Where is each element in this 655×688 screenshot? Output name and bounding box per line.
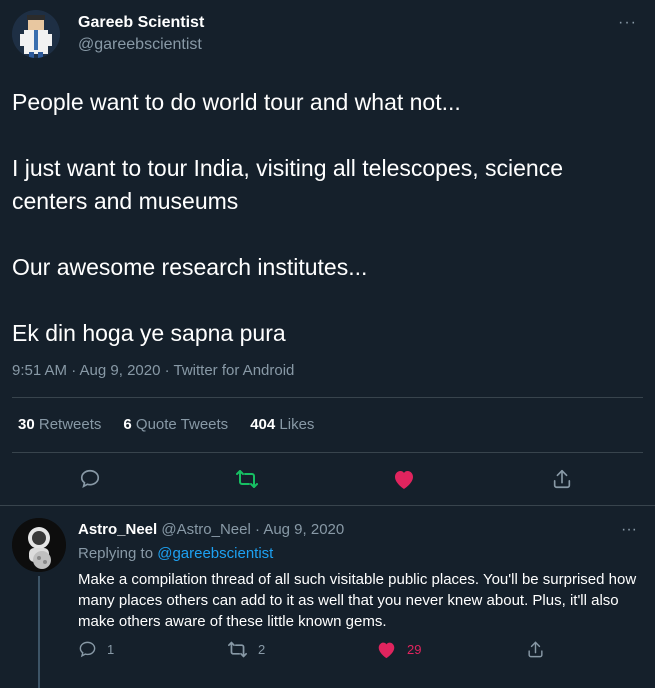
tweet-actions <box>0 466 655 496</box>
quote-tweets-stat[interactable]: 6 Quote Tweets <box>123 416 228 433</box>
share-icon[interactable] <box>549 466 575 492</box>
likes-stat[interactable]: 404 Likes <box>250 416 314 433</box>
retweet-count: 2 <box>258 642 266 657</box>
retweet-icon[interactable] <box>234 466 260 492</box>
reply-text: Make a compilation thread of all such vi… <box>78 571 637 630</box>
comment-icon[interactable] <box>77 466 103 492</box>
reply-more-options-icon[interactable]: ··· <box>621 521 637 539</box>
tweet-line: I just want to tour India, visiting all … <box>12 155 564 214</box>
tweet-line: Our awesome research institutes... <box>12 254 368 280</box>
reply-retweet-button[interactable]: 2 <box>227 640 265 659</box>
tweet-line: People want to do world tour and what no… <box>12 89 461 115</box>
reply-count: 1 <box>107 642 115 657</box>
tweet-timestamp[interactable]: 9:51 AM · Aug 9, 2020 · Twitter for Andr… <box>12 362 294 379</box>
author-avatar[interactable] <box>12 10 60 58</box>
tweet-line: Ek din hoga ye sapna pura <box>12 320 286 346</box>
tweet-text: People want to do world tour and what no… <box>12 86 642 350</box>
reply-author-avatar[interactable] <box>12 518 66 572</box>
share-icon <box>528 641 543 658</box>
reply-date[interactable]: Aug 9, 2020 <box>263 521 344 538</box>
author-handle[interactable]: @gareebscientist <box>78 36 202 54</box>
retweets-stat[interactable]: 30 Retweets <box>18 416 101 433</box>
tweet-stats: 30 Retweets 6 Quote Tweets 404 Likes <box>18 416 314 433</box>
separator-dot: · <box>254 521 260 538</box>
replying-to: Replying to @gareebscientist <box>78 545 274 562</box>
reply-actions: 1 2 29 <box>78 640 655 664</box>
divider <box>12 397 643 398</box>
main-tweet: Gareeb Scientist @gareebscientist ··· Pe… <box>0 0 655 506</box>
reply-share-button[interactable] <box>526 640 545 659</box>
reply-comment-button[interactable]: 1 <box>78 640 114 659</box>
reply-header: Astro_Neel @Astro_Neel · Aug 9, 2020 <box>78 521 344 538</box>
heart-icon <box>378 642 395 659</box>
retweet-icon <box>227 641 247 658</box>
reply-author-handle[interactable]: @Astro_Neel <box>161 521 250 538</box>
heart-icon[interactable] <box>391 466 417 492</box>
replying-to-link[interactable]: @gareebscientist <box>157 545 273 562</box>
reply-like-button[interactable]: 29 <box>376 640 421 659</box>
like-count: 29 <box>407 642 422 657</box>
author-name[interactable]: Gareeb Scientist <box>78 14 204 32</box>
divider <box>12 452 643 453</box>
more-options-icon[interactable]: ··· <box>618 14 637 32</box>
comment-icon <box>79 641 96 658</box>
reply-author-name[interactable]: Astro_Neel <box>78 521 157 538</box>
thread-line <box>38 576 40 688</box>
